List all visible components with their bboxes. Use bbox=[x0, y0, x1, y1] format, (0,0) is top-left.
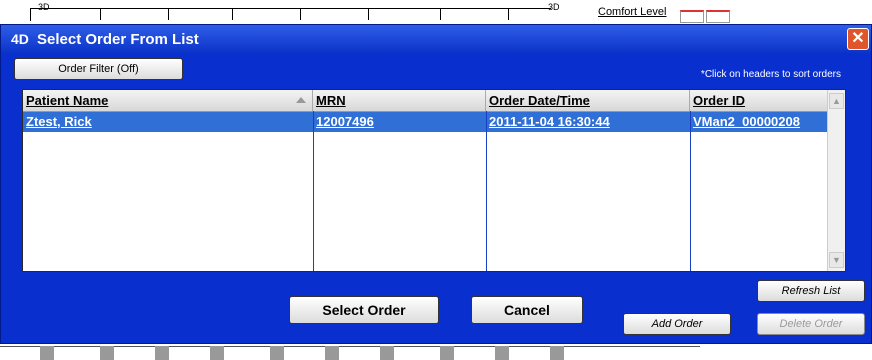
background-block bbox=[495, 346, 509, 360]
background-block bbox=[155, 346, 169, 360]
order-filter-button[interactable]: Order Filter (Off) bbox=[14, 58, 183, 80]
refresh-list-button[interactable]: Refresh List bbox=[757, 280, 865, 302]
column-divider bbox=[486, 111, 487, 271]
ruler-tick bbox=[368, 8, 369, 20]
sort-ascending-icon bbox=[296, 97, 306, 103]
vertical-scrollbar[interactable]: ▲ ▼ bbox=[827, 90, 845, 271]
ruler-tick bbox=[508, 8, 509, 20]
column-label: Patient Name bbox=[26, 93, 109, 108]
background-ruler bbox=[30, 8, 551, 21]
ruler-tick bbox=[232, 8, 233, 20]
ruler-tick bbox=[168, 8, 169, 20]
column-header-patient-name[interactable]: Patient Name bbox=[23, 90, 313, 111]
background-block bbox=[440, 346, 454, 360]
ruler-tick bbox=[300, 8, 301, 20]
cell-mrn: 12007496 bbox=[316, 114, 374, 129]
table-row[interactable]: Ztest, Rick 12007496 2011-11-04 16:30:44… bbox=[23, 112, 845, 132]
ruler-number: 3D bbox=[548, 2, 560, 12]
dialog-titlebar[interactable]: 4D Select Order From List ✕ bbox=[1, 25, 871, 53]
background-block bbox=[325, 346, 339, 360]
cell-order-id: VMan2_00000208 bbox=[693, 114, 800, 129]
comfort-level-label: Comfort Level bbox=[598, 6, 667, 18]
column-header-mrn[interactable]: MRN bbox=[313, 90, 486, 111]
background-block bbox=[210, 346, 224, 360]
cell-order-datetime: 2011-11-04 16:30:44 bbox=[489, 114, 610, 129]
column-divider bbox=[690, 111, 691, 271]
select-order-dialog: 4D Select Order From List ✕ Order Filter… bbox=[0, 24, 872, 344]
background-block bbox=[550, 346, 564, 360]
dialog-title: Select Order From List bbox=[37, 31, 199, 48]
cancel-button[interactable]: Cancel bbox=[471, 296, 583, 324]
delete-order-button[interactable]: Delete Order bbox=[757, 313, 865, 335]
column-header-order-datetime[interactable]: Order Date/Time bbox=[486, 90, 690, 111]
orders-table: Patient Name MRN Order Date/Time Order I… bbox=[22, 89, 846, 272]
background-block bbox=[270, 346, 284, 360]
close-icon[interactable]: ✕ bbox=[847, 28, 869, 50]
cell-patient-name: Ztest, Rick bbox=[26, 114, 92, 129]
comfort-level-box bbox=[680, 10, 704, 23]
background-block bbox=[100, 346, 114, 360]
ruler-tick bbox=[100, 8, 101, 20]
table-header: Patient Name MRN Order Date/Time Order I… bbox=[23, 90, 845, 112]
column-header-order-id[interactable]: Order ID bbox=[690, 90, 827, 111]
select-order-button[interactable]: Select Order bbox=[289, 296, 439, 324]
background-block bbox=[380, 346, 394, 360]
ruler-number: 3D bbox=[38, 2, 50, 12]
ruler-tick bbox=[440, 8, 441, 20]
background-block bbox=[40, 346, 54, 360]
column-divider bbox=[313, 111, 314, 271]
add-order-button[interactable]: Add Order bbox=[623, 313, 731, 335]
scroll-down-icon[interactable]: ▼ bbox=[829, 252, 844, 268]
scroll-up-icon[interactable]: ▲ bbox=[829, 93, 844, 109]
app-logo-icon: 4D bbox=[11, 31, 29, 47]
comfort-level-box bbox=[706, 10, 730, 23]
sort-hint: *Click on headers to sort orders bbox=[700, 69, 841, 80]
